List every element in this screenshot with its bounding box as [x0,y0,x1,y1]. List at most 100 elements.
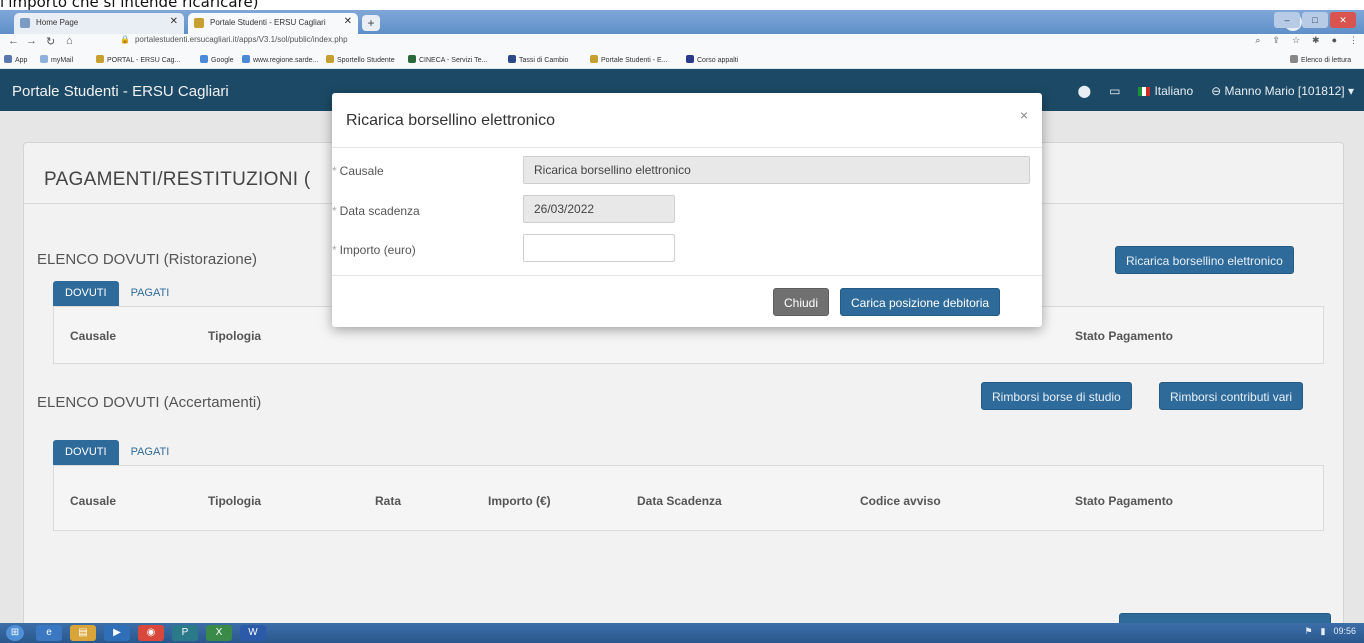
importo-label: * Importo (euro) [332,243,416,257]
messages-icon[interactable]: ▭ [1109,84,1120,98]
bookmark-apps[interactable]: App [4,55,27,64]
new-tab-button[interactable]: + [362,15,380,31]
home-icon[interactable]: ⌂ [66,35,73,47]
page-title: PAGAMENTI/RESTITUZIONI ( [44,169,311,190]
close-tab-icon[interactable]: ✕ [344,16,352,27]
causale-field [523,156,1030,184]
bookmark-mymail[interactable]: myMail [40,55,73,64]
system-tray: ⚑ ▮ 09:56 [1304,626,1356,637]
column-header: Importo (€) [488,494,551,508]
ersu-icon [590,55,598,63]
share-icon[interactable]: ⇪ [1272,35,1280,46]
user-icon: ⊖ [1211,84,1225,98]
ersu-favicon-icon [194,18,204,28]
column-header: Causale [70,329,117,343]
section2-tabs: DOVUTI PAGATI [53,440,181,465]
chiudi-button[interactable]: Chiudi [773,288,830,316]
google-icon [242,55,250,63]
brand-title[interactable]: Portale Studenti - ERSU Cagliari [12,83,229,100]
column-header: Tipologia [208,329,262,343]
bookmark-cineca[interactable]: CINECA - Servizi Te... [408,55,487,64]
address-bar[interactable]: 🔒 portalestudenti.ersucagliari.it/apps/V3… [120,35,348,44]
browser-tab-portale[interactable]: Portale Studenti - ERSU Cagliari ✕ [188,13,358,34]
back-icon[interactable]: ← [8,35,19,47]
ricarica-borsellino-button[interactable]: Ricarica borsellino elettronico [1115,246,1294,274]
close-tab-icon[interactable]: ✕ [170,16,178,27]
ersu-icon [96,55,104,63]
apps-grid-icon [4,55,12,63]
reading-list[interactable]: Elenco di lettura [1290,55,1351,64]
bottom-action-button[interactable] [1119,613,1331,623]
publisher-icon[interactable]: P [172,625,198,641]
tab-dovuti[interactable]: DOVUTI [53,281,119,306]
start-icon[interactable]: ⊞ [6,625,24,641]
column-header: Stato Pagamento [1075,494,1174,508]
account-icon[interactable]: ● [1332,35,1337,46]
url-text: portalestudenti.ersucagliari.it/apps/V3.… [134,35,348,44]
flag-tray-icon[interactable]: ⚑ [1304,626,1312,637]
clock[interactable]: 09:56 [1333,626,1356,637]
bookmark-tassi[interactable]: Tassi di Cambio [508,55,568,64]
bookmark-google[interactable]: Google [200,55,234,64]
star-icon[interactable]: ☆ [1292,35,1300,46]
zoom-icon[interactable]: ⌕ [1255,35,1260,46]
navbar-right: ⬤ ▭ Italiano ⊖ Manno Mario [101812] ▾ [1078,84,1354,98]
column-header: Codice avviso [860,494,941,508]
tab-pagati[interactable]: PAGATI [119,281,182,306]
explorer-icon[interactable]: ▤ [70,625,96,641]
bookmark-portal[interactable]: PORTAL - ERSU Cag... [96,55,180,64]
page-icon [20,18,30,28]
rimborsi-contributi-button[interactable]: Rimborsi contributi vari [1159,382,1304,410]
google-icon [200,55,208,63]
reload-icon[interactable]: ↻ [46,35,55,48]
minimize-icon[interactable]: – [1274,12,1300,28]
tab-pagati[interactable]: PAGATI [119,440,182,465]
notifications-icon[interactable]: ⬤ [1078,84,1091,98]
bookmarks-bar: App myMail PORTAL - ERSU Cag... Google w… [0,51,1364,69]
modal-footer-divider [332,275,1042,276]
user-menu[interactable]: ⊖ Manno Mario [101812] ▾ [1211,84,1354,98]
lock-icon: 🔒 [120,35,130,44]
required-marker: * [332,164,337,178]
tab-label: Portale Studenti - ERSU Cagliari [210,18,326,27]
data-scadenza-field [523,195,675,223]
menu-icon[interactable]: ⋮ [1349,35,1358,46]
document-text: l'importo che si intende ricaricare) [0,0,259,10]
ricarica-modal: Ricarica borsellino elettronico × * Causa… [332,93,1042,327]
tab-label: Home Page [36,18,79,27]
forward-icon[interactable]: → [26,35,37,47]
word-icon[interactable]: W [240,625,266,641]
browser-tab-home[interactable]: Home Page ✕ [14,13,184,34]
section1-tabs: DOVUTI PAGATI [53,281,181,306]
language-selector[interactable]: Italiano [1138,84,1193,98]
maximize-icon[interactable]: □ [1302,12,1328,28]
tab-dovuti[interactable]: DOVUTI [53,440,119,465]
bookmark-sportello[interactable]: Sportello Studente [326,55,395,64]
browser-toolbar: ← → ↻ ⌂ 🔒 portalestudenti.ersucagliari.it… [0,34,1364,51]
media-icon[interactable]: ▶ [104,625,130,641]
close-window-icon[interactable]: ✕ [1330,12,1356,28]
bookmark-regione[interactable]: www.regione.sarde... [242,55,318,64]
ersu-icon [326,55,334,63]
bookmark-corso[interactable]: Corso appalti [686,55,738,64]
scadenza-label: * Data scadenza [332,204,420,218]
extensions-icon[interactable]: ✱ [1312,35,1320,46]
importo-input[interactable] [523,234,675,262]
toolbar-icons: ⌕ ⇪ ☆ ✱ ● ⋮ [1255,35,1358,46]
caret-down-icon: ▾ [1347,84,1354,98]
carica-posizione-button[interactable]: Carica posizione debitoria [840,288,1001,316]
required-marker: * [332,204,337,218]
column-header: Stato Pagamento [1075,329,1174,343]
column-header: Rata [375,494,402,508]
bookmark-portale[interactable]: Portale Studenti - E... [590,55,668,64]
rimborsi-borse-button[interactable]: Rimborsi borse di studio [981,382,1132,410]
excel-icon[interactable]: X [206,625,232,641]
network-icon[interactable]: ▮ [1321,626,1326,637]
italy-flag-icon [1138,87,1151,96]
window-controls: – □ ✕ [1274,12,1356,28]
column-header: Causale [70,494,117,508]
reading-list-icon [1290,55,1298,63]
bank-icon [508,55,516,63]
ie-icon[interactable]: e [36,625,62,641]
chrome-icon[interactable]: ◉ [138,625,164,641]
